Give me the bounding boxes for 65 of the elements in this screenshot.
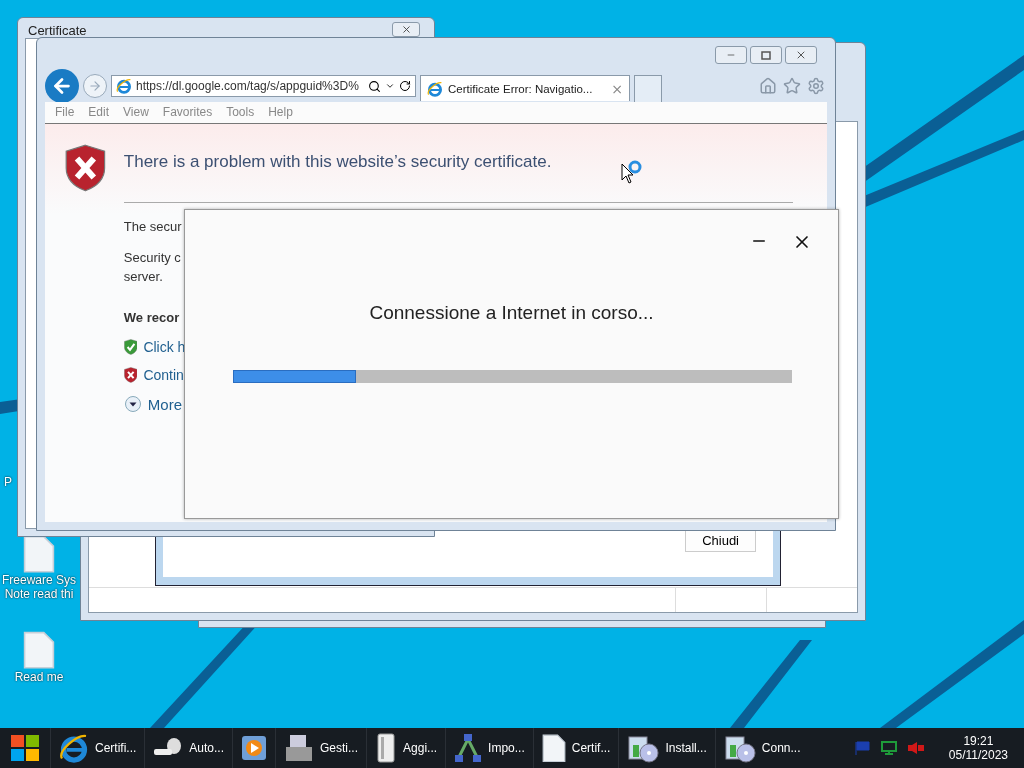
window-title: Certificate — [28, 24, 87, 38]
back-button[interactable] — [45, 69, 79, 103]
busy-cursor-icon — [620, 160, 644, 184]
maximize-button[interactable] — [750, 46, 782, 64]
toolbox-icon — [284, 733, 315, 763]
menu-item[interactable]: Favorites — [162, 105, 213, 119]
menu-item[interactable]: File — [55, 105, 75, 119]
document-icon — [23, 631, 55, 670]
maximize-icon — [761, 50, 771, 60]
minimize-button[interactable] — [715, 46, 747, 64]
forward-button[interactable] — [83, 74, 107, 98]
status-message: Connessione a Internet in corso... — [369, 302, 654, 324]
menu-item[interactable]: Tools — [226, 105, 255, 119]
new-tab-button[interactable] — [634, 74, 662, 102]
media-player-icon — [241, 735, 268, 761]
menu-item[interactable]: Edit — [88, 105, 110, 119]
taskbar-button[interactable]: Certifi... — [50, 728, 145, 768]
taskbar-button[interactable]: Install... — [618, 728, 715, 768]
close-button[interactable]: Chiudi — [685, 529, 756, 552]
address-field[interactable]: https://dl.google.com/tag/s/appguid%3D% — [111, 75, 416, 97]
close-icon — [795, 49, 807, 61]
browser-tab[interactable]: Certificate Error: Navigatio... × — [420, 75, 630, 101]
close-icon — [400, 24, 412, 35]
page-link[interactable]: Contin — [143, 367, 184, 383]
refresh-icon[interactable] — [399, 80, 411, 92]
expand-icon[interactable] — [123, 395, 142, 413]
flag-icon[interactable] — [854, 741, 871, 755]
internet-explorer-icon — [427, 80, 443, 97]
more-link[interactable]: More — [147, 395, 182, 413]
internet-explorer-icon — [116, 78, 132, 94]
clock[interactable]: 19:21 05/11/2023 — [948, 734, 1008, 762]
search-icon[interactable] — [368, 79, 381, 93]
settings-icon[interactable] — [807, 77, 825, 95]
star-icon[interactable] — [783, 77, 801, 95]
shield-check-icon — [123, 339, 138, 355]
taskbar-button[interactable]: Auto... — [144, 728, 233, 768]
taskbar-button[interactable]: Certif... — [532, 728, 619, 768]
shield-x-icon — [123, 367, 138, 383]
close-button[interactable] — [785, 46, 817, 64]
tab-close-button[interactable]: × — [611, 80, 623, 97]
computer-tower-icon — [375, 733, 398, 763]
speaker-icon[interactable] — [906, 741, 925, 755]
installer-icon — [627, 733, 660, 763]
page-heading: There is a problem with this website’s security certificate. — [123, 151, 552, 173]
page-link[interactable]: Click h — [143, 339, 186, 355]
taskbar-button[interactable]: Gesti... — [275, 728, 367, 768]
recommendation-text: We recor — [123, 309, 180, 327]
close-button[interactable] — [392, 22, 420, 37]
menu-item[interactable]: View — [123, 105, 149, 119]
paragraph: Security c server. — [123, 249, 181, 286]
document-icon — [23, 535, 55, 574]
document-icon — [541, 733, 566, 763]
taskbar-button[interactable]: Aggi... — [366, 728, 446, 768]
home-icon[interactable] — [759, 77, 777, 95]
shield-icon — [65, 144, 106, 192]
menu-item[interactable]: Help — [268, 105, 293, 119]
caret-icon[interactable] — [385, 81, 395, 91]
internet-explorer-icon — [59, 733, 89, 763]
installer-icon — [723, 733, 756, 763]
paragraph: The secur — [123, 218, 182, 236]
arrow-right-icon — [88, 79, 102, 93]
taskbar-button[interactable]: Conn... — [714, 728, 809, 768]
monitor-icon[interactable] — [880, 741, 897, 755]
network-icon — [454, 733, 483, 763]
taskbar-button[interactable]: Impo... — [445, 728, 533, 768]
